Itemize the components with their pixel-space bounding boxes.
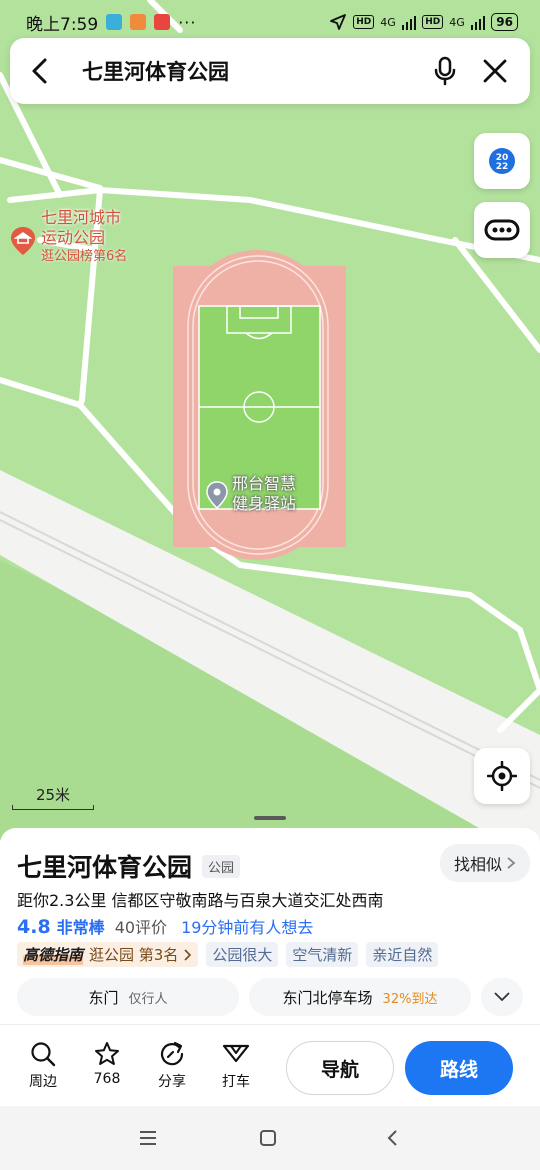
microphone-icon (434, 56, 456, 86)
poi-address: 距你2.3公里 信都区守敬南路与百泉大道交汇处西南 (17, 891, 384, 910)
map-scale: 25米 (12, 784, 94, 810)
entrance-name: 东门 (88, 988, 119, 1007)
feature-tag: 空气清新 (286, 942, 359, 967)
system-nav-bar (0, 1106, 540, 1170)
station-name-line1: 邢台智慧 (232, 474, 297, 493)
year-2022-badge-icon: 20 22 (489, 148, 515, 174)
crosshair-icon (487, 761, 517, 791)
search-icon (31, 1042, 56, 1067)
status-time: 晚上7:59 (26, 14, 99, 35)
station-pin[interactable] (205, 481, 229, 513)
hd-badge-2: HD (422, 15, 444, 29)
park-poi-name-line1: 七里河城市 (41, 208, 122, 227)
location-arrow-icon (330, 14, 347, 30)
year-badge-bottom: 22 (496, 162, 509, 172)
entrance-east-gate[interactable]: 东门 仅行人 (17, 978, 239, 1016)
network-label-1: 4G (380, 15, 396, 29)
signal-icon-2 (470, 14, 486, 30)
more-notifications-icon: ··· (178, 12, 197, 32)
app-notification-icon (106, 14, 123, 30)
chevron-right-icon (184, 948, 192, 961)
signal-icon-1 (401, 14, 417, 30)
hd-badge-1: HD (353, 15, 375, 29)
find-similar-button[interactable]: 找相似 (439, 844, 530, 882)
home-button[interactable] (256, 1126, 280, 1150)
back-arrow-icon (32, 58, 47, 84)
app-notification-icon-2 (130, 14, 147, 30)
close-icon (483, 59, 507, 83)
star-icon (95, 1042, 119, 1065)
menu-lines-icon (140, 1131, 156, 1145)
navigate-button[interactable]: 导航 (286, 1041, 394, 1095)
year-report-button[interactable]: 20 22 (474, 133, 530, 189)
entrance-east-north-parking[interactable]: 东门北停车场 32%到达 (249, 978, 471, 1016)
taxi-label: 打车 (222, 1074, 250, 1090)
network-label-2: 4G (449, 15, 465, 29)
entrance-name: 东门北停车场 (282, 988, 373, 1007)
station-name-line2: 健身驿站 (232, 494, 297, 513)
rating-score: 4.8 (17, 916, 51, 938)
voice-search-button[interactable] (420, 38, 470, 104)
taxi-icon (222, 1044, 250, 1063)
map-view[interactable]: 七里河城市 运动公园 逛公园榜第6名 邢台智慧 健身驿站 25米 (0, 0, 540, 840)
back-button[interactable] (10, 38, 70, 104)
park-pin-icon (11, 227, 35, 255)
action-bar: 周边 768 分享 打车 导航 路线 (0, 1024, 540, 1106)
park-poi-label[interactable]: 七里河城市 运动公园 逛公园榜第6名 (41, 208, 127, 266)
system-back-button[interactable] (380, 1126, 404, 1150)
favorite-count: 768 (93, 1071, 121, 1087)
poi-detail-sheet[interactable]: 七里河体育公园 公园 找相似 距你2.3公里 信都区守敬南路与百泉大道交汇处西南… (0, 828, 540, 1024)
sheet-drag-handle[interactable] (254, 816, 286, 820)
nearby-label: 周边 (29, 1074, 57, 1090)
menu-button[interactable] (136, 1126, 160, 1150)
expand-entrances-button[interactable] (481, 978, 523, 1016)
entrance-arrival-pct: 32%到达 (382, 991, 438, 1007)
location-pin-icon (206, 481, 228, 510)
search-bar[interactable]: 七里河体育公园 (10, 38, 530, 104)
recent-interest: 19分钟前有人想去 (181, 918, 314, 937)
feature-tag: 公园很大 (206, 942, 279, 967)
park-poi-marker[interactable] (10, 226, 36, 260)
locate-me-button[interactable] (474, 748, 530, 804)
map-canvas (0, 0, 540, 840)
search-query[interactable]: 七里河体育公园 (82, 56, 420, 86)
park-poi-rank: 逛公园榜第6名 (41, 249, 128, 264)
chevron-right-icon (507, 857, 516, 869)
park-poi-name-line2: 运动公园 (41, 228, 106, 247)
guide-ranking-tag[interactable]: 高德指南 逛公园 第3名 (17, 942, 199, 967)
entrance-note: 仅行人 (128, 991, 168, 1007)
back-chevron-icon (387, 1130, 397, 1146)
review-count: 40评价 (114, 918, 168, 937)
share-button[interactable]: 分享 (144, 1041, 200, 1091)
more-options-button[interactable] (474, 202, 530, 258)
station-label[interactable]: 邢台智慧 健身驿站 (232, 474, 296, 514)
rating-word: 非常棒 (56, 918, 105, 937)
clear-search-button[interactable] (470, 38, 520, 104)
find-similar-label: 找相似 (453, 855, 502, 874)
taxi-button[interactable]: 打车 (208, 1041, 264, 1091)
chevron-down-icon (494, 992, 510, 1002)
share-label: 分享 (158, 1074, 186, 1090)
feature-tag: 亲近自然 (366, 942, 439, 967)
rating-row[interactable]: 4.8 非常棒 40评价 19分钟前有人想去 (17, 914, 313, 938)
battery-indicator: 96 (491, 13, 518, 31)
nearby-button[interactable]: 周边 (15, 1041, 71, 1091)
home-square-icon (260, 1130, 276, 1146)
guide-rank-text: 逛公园 第3名 (89, 946, 179, 964)
poi-title: 七里河体育公园 (17, 853, 193, 882)
favorite-button[interactable]: 768 (79, 1041, 135, 1087)
share-icon (160, 1041, 184, 1066)
guide-brand: 高德指南 (23, 944, 84, 965)
scale-label: 25米 (35, 786, 71, 804)
category-tag: 公园 (202, 854, 241, 878)
route-button[interactable]: 路线 (405, 1041, 513, 1095)
scale-bar (12, 805, 94, 810)
more-dots-icon (484, 219, 520, 241)
app-notification-icon-3 (154, 14, 171, 30)
